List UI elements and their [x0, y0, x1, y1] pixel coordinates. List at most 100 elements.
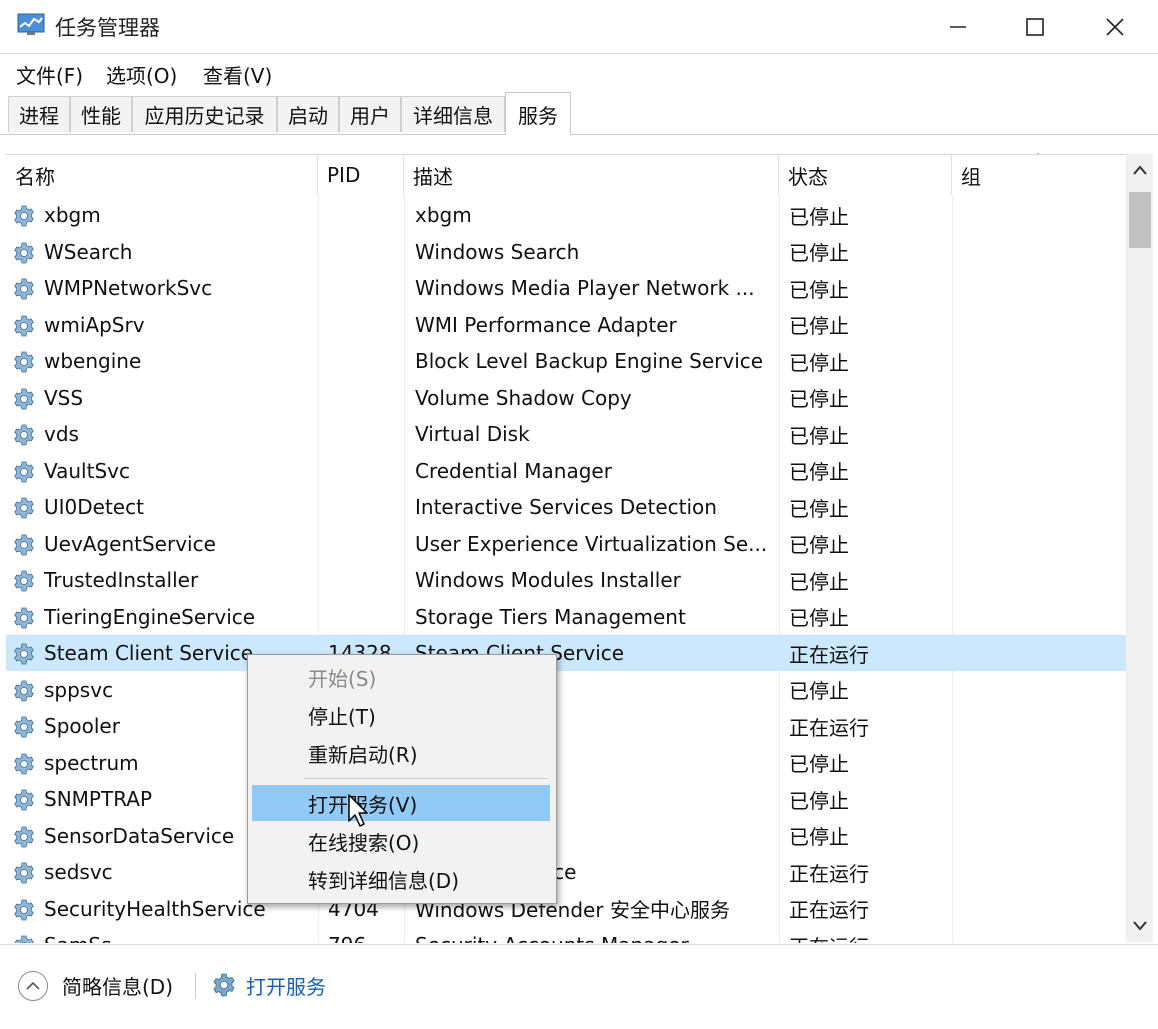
table-row[interactable]: TrustedInstaller Windows Modules Installe… — [6, 562, 1126, 598]
tab-performance[interactable]: 性能 — [70, 96, 132, 132]
service-gear-icon — [12, 898, 36, 922]
context-restart[interactable]: 重新启动(R) — [252, 735, 550, 771]
services-table: 名称 PID 描述 状态 组 xbgm xbgm 已停止 WSearch Windows… — [6, 154, 1126, 943]
service-gear-icon — [12, 387, 36, 411]
table-row[interactable]: SecurityHealthService 4704 Windows Defende… — [6, 891, 1126, 927]
service-pid — [328, 270, 400, 306]
tab-startup[interactable]: 启动 — [277, 96, 339, 132]
table-row[interactable]: wbengine Block Level Backup Engine Servic… — [6, 343, 1126, 379]
service-description: Virtual Disk — [415, 422, 530, 446]
service-description: Block Level Backup Engine Service — [415, 349, 764, 373]
minimize-button[interactable] — [918, 0, 998, 53]
service-status: 已停止 — [789, 825, 849, 849]
table-row[interactable]: sedsvcediation Service正在运行 — [6, 854, 1126, 890]
footer-divider — [195, 973, 196, 999]
close-button[interactable] — [1075, 0, 1155, 53]
task-manager-icon — [17, 13, 45, 35]
table-row[interactable]: spectrum服务已停止 — [6, 745, 1126, 781]
column-header-name[interactable]: 名称 — [6, 155, 318, 195]
service-description: Windows Media Player Network ... — [415, 276, 755, 300]
service-description: Credential Manager — [415, 458, 612, 483]
column-header-description[interactable]: 描述 — [404, 155, 779, 195]
maximize-button[interactable] — [995, 0, 1075, 53]
table-row[interactable]: SamSs 796 Security Accounts Manager 正在运行 — [6, 927, 1126, 943]
service-status: 已停止 — [789, 533, 849, 557]
table-row[interactable]: UI0Detect Interactive Services Detection 已… — [6, 489, 1126, 525]
table-row[interactable]: vds Virtual Disk 已停止 — [6, 416, 1126, 452]
service-gear-icon — [12, 642, 36, 666]
context-go-to-details[interactable]: 转到详细信息(D) — [252, 861, 550, 897]
menu-bar: 文件(F) 选项(O) 查看(V) — [0, 54, 1158, 90]
table-row[interactable]: xbgm xbgm 已停止 — [6, 197, 1126, 233]
service-name: WSearch — [44, 239, 133, 264]
table-row[interactable]: WSearch Windows Search 已停止 — [6, 234, 1126, 270]
column-header-status[interactable]: 状态 — [779, 155, 952, 195]
service-name: VSS — [44, 385, 84, 410]
service-status: 已停止 — [789, 350, 849, 375]
service-gear-icon — [12, 569, 36, 593]
menu-options[interactable]: 选项(O) — [104, 58, 179, 91]
tab-services[interactable]: 服务 — [505, 92, 571, 135]
service-pid — [328, 526, 400, 562]
table-row[interactable]: TieringEngineService Storage Tiers Manage… — [6, 599, 1126, 635]
table-row[interactable]: Spooler 正在运行 — [6, 708, 1126, 744]
service-gear-icon — [12, 460, 36, 484]
column-header-group[interactable]: 组 — [952, 155, 1126, 195]
service-pid: 796 — [328, 927, 400, 943]
service-status: 已停止 — [789, 752, 849, 776]
context-stop[interactable]: 停止(T) — [252, 697, 550, 733]
service-description: User Experience Virtualization Se... — [415, 531, 768, 556]
service-name: VaultSvc — [44, 458, 130, 483]
service-status: 已停止 — [789, 569, 849, 594]
service-description: Storage Tiers Management — [415, 604, 686, 629]
service-description: Security Accounts Manager — [415, 927, 775, 943]
tab-details[interactable]: 详细信息 — [401, 96, 505, 132]
vertical-scrollbar[interactable] — [1126, 154, 1153, 942]
context-start[interactable]: 开始(S) — [252, 659, 550, 695]
scroll-up-icon[interactable] — [1132, 164, 1148, 176]
menu-file[interactable]: 文件(F) — [14, 58, 85, 91]
service-gear-icon — [12, 715, 36, 739]
table-row[interactable]: SNMPTRAP 已停止 — [6, 781, 1126, 817]
service-status: 正在运行 — [789, 927, 949, 944]
collapse-button[interactable] — [18, 971, 48, 1001]
table-row[interactable]: VaultSvc Credential Manager 已停止 — [6, 453, 1126, 489]
table-row[interactable]: sppsvcection已停止 — [6, 672, 1126, 708]
service-gear-icon — [12, 825, 36, 849]
scroll-thumb[interactable] — [1129, 192, 1151, 248]
service-name: wmiApSrv — [44, 312, 145, 337]
column-header-pid[interactable]: PID — [318, 155, 404, 195]
service-gear-icon — [12, 423, 36, 447]
title-bar: 任务管理器 — [0, 0, 1158, 54]
service-status: 已停止 — [789, 496, 849, 521]
scroll-down-icon[interactable] — [1132, 920, 1148, 932]
collapse-label[interactable]: 简略信息(D) — [62, 971, 173, 1000]
table-row[interactable]: SensorDataServiceervice已停止 — [6, 818, 1126, 854]
table-row[interactable]: WMPNetworkSvc Windows Media Player Networ… — [6, 270, 1126, 306]
table-row[interactable]: Steam Client Service 14328 Steam Client Se… — [6, 635, 1126, 671]
table-row[interactable]: wmiApSrv WMI Performance Adapter 已停止 — [6, 307, 1126, 343]
service-pid — [328, 197, 400, 233]
table-row[interactable]: VSS Volume Shadow Copy 已停止 — [6, 380, 1126, 416]
service-pid — [328, 453, 400, 489]
tab-users[interactable]: 用户 — [339, 96, 401, 132]
context-open-services[interactable]: 打开服务(V) — [252, 785, 550, 821]
tab-processes[interactable]: 进程 — [8, 96, 70, 132]
service-pid — [328, 343, 400, 379]
menu-view[interactable]: 查看(V) — [201, 58, 274, 91]
service-pid — [328, 562, 400, 598]
service-status: 已停止 — [789, 277, 849, 302]
service-pid — [328, 489, 400, 525]
service-name: TieringEngineService — [44, 604, 256, 629]
table-row[interactable]: UevAgentService User Experience Virtualiz… — [6, 526, 1126, 562]
service-description: Windows Search — [415, 239, 580, 264]
tab-app-history[interactable]: 应用历史记录 — [132, 96, 277, 132]
service-pid — [328, 599, 400, 635]
service-description: Volume Shadow Copy — [415, 385, 632, 410]
service-gear-icon — [12, 752, 36, 776]
open-services-link[interactable]: 打开服务 — [246, 971, 326, 1000]
service-gear-icon — [12, 606, 36, 630]
mouse-cursor-icon — [348, 794, 368, 827]
context-menu: 开始(S) 停止(T) 重新启动(R) 打开服务(V) 在线搜索(O) 转到详细… — [247, 654, 557, 904]
context-search-online[interactable]: 在线搜索(O) — [252, 823, 550, 859]
